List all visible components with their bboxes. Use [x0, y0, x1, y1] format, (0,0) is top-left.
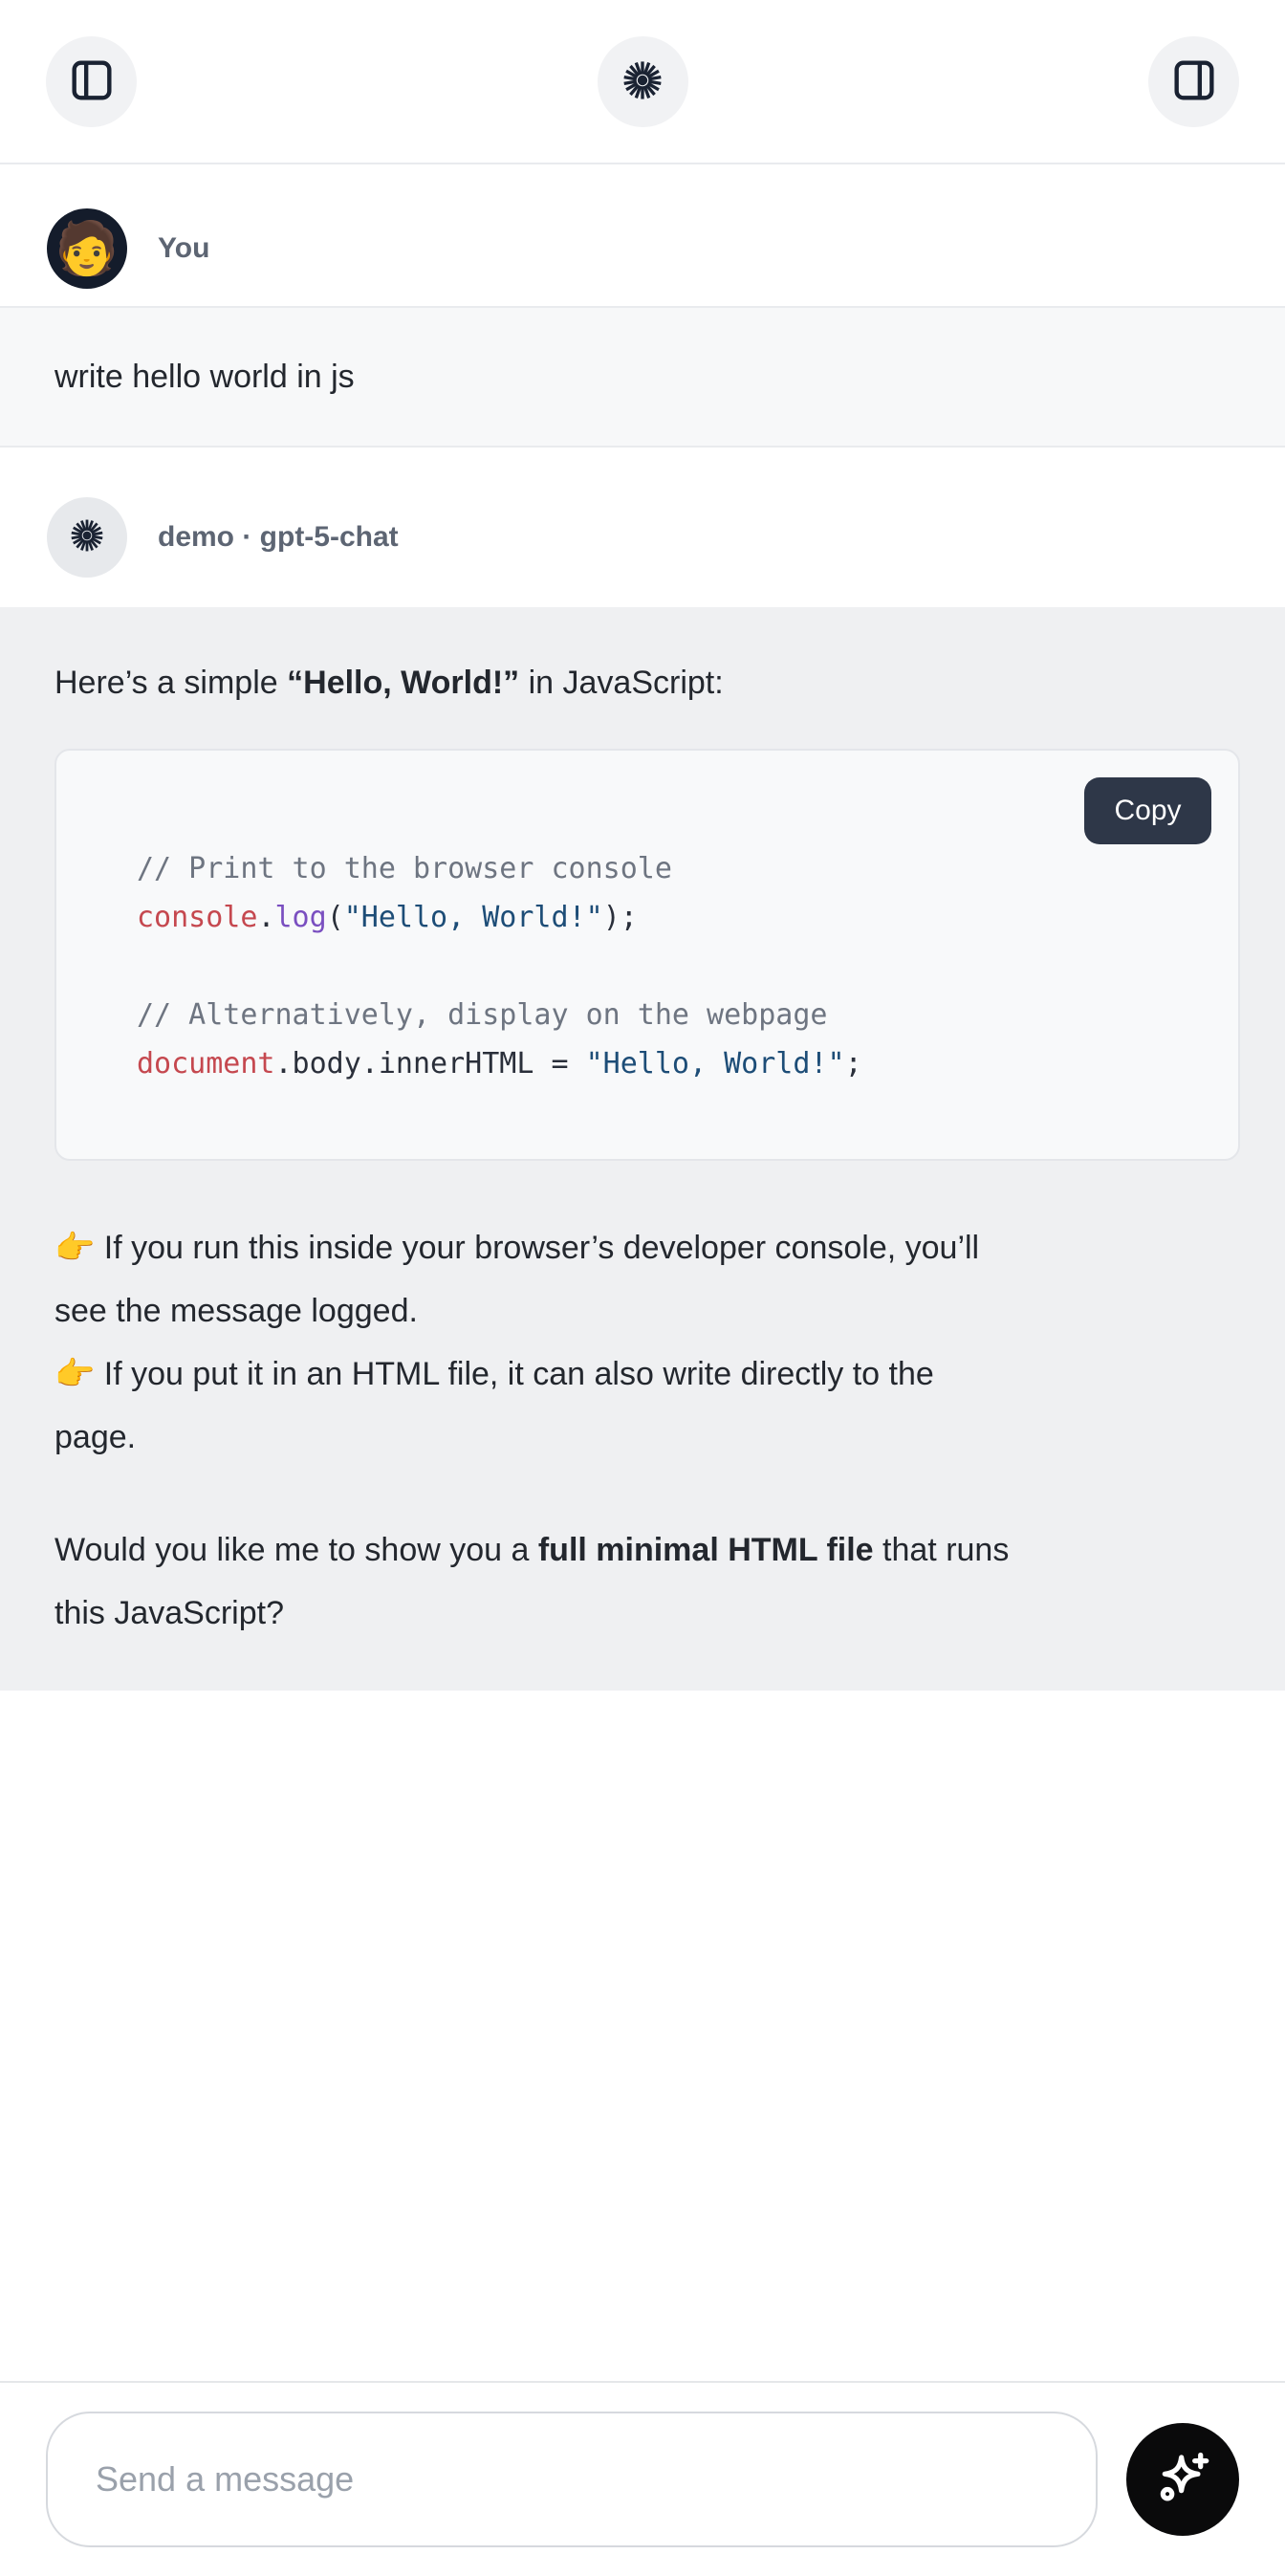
question-text-after: that runs [874, 1532, 1010, 1568]
user-message-bubble: write hello world in js [0, 306, 1285, 448]
tip-line: page. [54, 1406, 1231, 1469]
code-content: // Print to the browser console console.… [56, 751, 1238, 1159]
code-string: "Hello, World!" [586, 1047, 845, 1081]
user-sender-name: You [158, 232, 209, 265]
question-bold-text: full minimal HTML file [538, 1532, 874, 1568]
starburst-icon [619, 56, 666, 107]
question-line: this JavaScript? [54, 1582, 1231, 1645]
question-line: Would you like me to show you a full min… [54, 1518, 1231, 1582]
assistant-avatar [47, 497, 127, 578]
user-sender-row: 🧑 You [0, 208, 1285, 289]
code-function: log [275, 901, 327, 934]
assistant-question: Would you like me to show you a full min… [54, 1518, 1231, 1645]
user-avatar: 🧑 [47, 208, 127, 289]
intro-text: Here’s a simple [54, 665, 287, 701]
sidebar-toggle-button[interactable] [46, 36, 137, 127]
code-property-chain: .body.innerHTML [275, 1047, 534, 1081]
assistant-sender-name: demo · gpt-5-chat [158, 521, 399, 554]
top-bar [0, 0, 1285, 164]
code-punct: . [257, 901, 274, 934]
code-punct: ( [327, 901, 344, 934]
model-logo-button[interactable] [598, 36, 688, 127]
user-message-text: write hello world in js [54, 359, 355, 396]
composer-bar [0, 2381, 1285, 2576]
panel-right-icon [1170, 56, 1218, 107]
assistant-tips: 👉 If you run this inside your browser’s … [54, 1216, 1231, 1469]
right-panel-toggle-button[interactable] [1148, 36, 1239, 127]
person-emoji: 🧑 [54, 223, 119, 274]
message-input[interactable] [46, 2412, 1098, 2547]
tip-line: see the message logged. [54, 1279, 1231, 1343]
intro-bold-text: “Hello, World!” [287, 665, 519, 701]
assistant-message-bubble: Here’s a simple “Hello, World!” in JavaS… [0, 607, 1285, 1691]
code-object: document [137, 1047, 275, 1081]
starburst-avatar-icon [67, 515, 107, 560]
assistant-intro-line: Here’s a simple “Hello, World!” in JavaS… [54, 651, 1231, 714]
code-comment: // Print to the browser console [137, 852, 672, 885]
copy-button[interactable]: Copy [1084, 777, 1211, 844]
tip-line: 👉 If you put it in an HTML file, it can … [54, 1343, 1231, 1406]
code-operator: = [534, 1047, 585, 1081]
send-button[interactable] [1126, 2423, 1239, 2536]
code-punct: ; [845, 1047, 862, 1081]
code-comment: // Alternatively, display on the webpage [137, 998, 827, 1032]
code-punct: ); [603, 901, 638, 934]
code-string: "Hello, World!" [344, 901, 603, 934]
code-object: console [137, 901, 257, 934]
sparkle-icon [1151, 2447, 1214, 2513]
code-block: Copy // Print to the browser console con… [54, 749, 1240, 1161]
tip-line: 👉 If you run this inside your browser’s … [54, 1216, 1231, 1279]
question-text: Would you like me to show you a [54, 1532, 538, 1568]
intro-text-after: in JavaScript: [519, 665, 724, 701]
panel-left-icon [68, 56, 116, 107]
assistant-sender-row: demo · gpt-5-chat [0, 497, 1285, 578]
